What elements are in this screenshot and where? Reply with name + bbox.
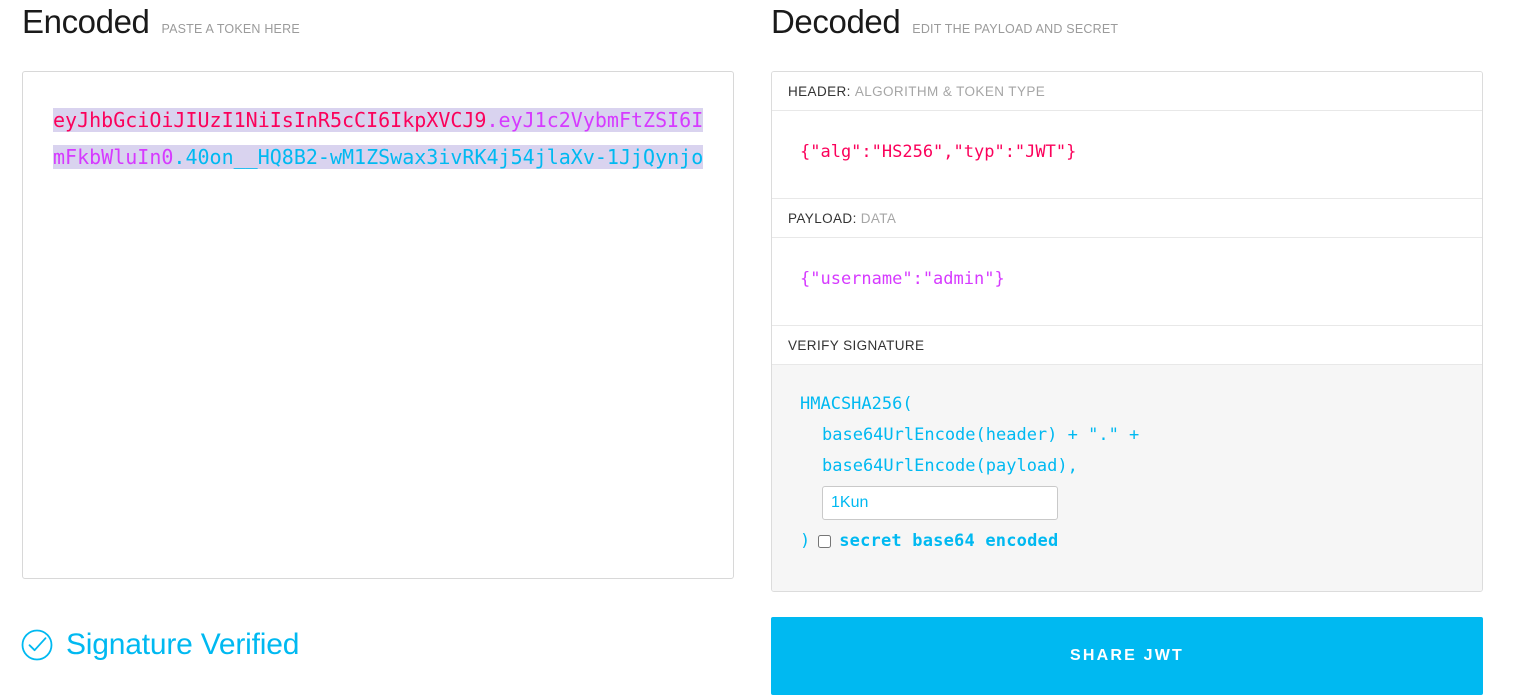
decoded-title: Decoded: [771, 3, 901, 40]
decoded-column: Decoded EDIT THE PAYLOAD AND SECRET: [771, 0, 1483, 48]
encoded-title: Encoded: [22, 3, 150, 40]
decoded-subtitle: EDIT THE PAYLOAD AND SECRET: [912, 22, 1119, 36]
header-label-text: HEADER:: [788, 84, 851, 99]
verify-section-label: VERIFY SIGNATURE: [772, 326, 1482, 365]
payload-json-area[interactable]: {"username":"admin"}: [772, 238, 1482, 326]
header-json: {"alg":"HS256","typ":"JWT"}: [800, 142, 1077, 162]
decoded-heading: Decoded EDIT THE PAYLOAD AND SECRET: [771, 0, 1483, 48]
token-text[interactable]: eyJhbGciOiJIUzI1NiIsInR5cCI6IkpXVCJ9.eyJ…: [53, 102, 705, 176]
signature-status: Signature Verified: [20, 628, 299, 662]
share-jwt-button[interactable]: SHARE JWT: [771, 617, 1483, 695]
base64-payload-line: base64UrlEncode(payload),: [822, 456, 1078, 476]
signature-status-text: Signature Verified: [66, 628, 300, 661]
header-section-label: HEADER: ALGORITHM & TOKEN TYPE: [772, 72, 1482, 111]
header-label-muted: ALGORITHM & TOKEN TYPE: [854, 84, 1046, 99]
encoded-heading: Encoded PASTE A TOKEN HERE: [22, 0, 734, 48]
closing-paren: ): [800, 531, 811, 551]
base64-header-line: base64UrlEncode(header) + "." +: [822, 425, 1140, 445]
token-separator-1: .: [486, 108, 499, 132]
token-signature-segment: 40on__HQ8B2-wM1ZSwax3ivRK4j54jlaXv-1JjQy…: [185, 145, 704, 169]
decoded-panel: HEADER: ALGORITHM & TOKEN TYPE {"alg":"HS…: [771, 71, 1483, 592]
check-circle-icon: [21, 629, 53, 661]
verify-signature-area: HMACSHA256( base64UrlEncode(header) + ".…: [772, 365, 1482, 591]
hmac-line: HMACSHA256(: [800, 394, 913, 414]
secret-base64-label: secret base64 encoded: [839, 531, 1059, 551]
payload-json: {"username":"admin"}: [800, 269, 1005, 289]
payload-label-text: PAYLOAD:: [788, 211, 857, 226]
secret-row: [800, 486, 1466, 520]
token-header-segment: eyJhbGciOiJIUzI1NiIsInR5cCI6IkpXVCJ9: [53, 108, 487, 132]
payload-section-label: PAYLOAD: DATA: [772, 199, 1482, 238]
secret-base64-checkbox[interactable]: [818, 535, 832, 548]
base64-option-row: ) secret base64 encoded: [800, 526, 1466, 557]
token-separator-2: .: [173, 145, 186, 169]
encoded-token-input[interactable]: eyJhbGciOiJIUzI1NiIsInR5cCI6IkpXVCJ9.eyJ…: [22, 71, 734, 579]
payload-label-muted: DATA: [860, 211, 897, 226]
encoded-subtitle: PASTE A TOKEN HERE: [161, 22, 300, 36]
encoded-column: Encoded PASTE A TOKEN HERE: [22, 0, 734, 48]
header-json-area[interactable]: {"alg":"HS256","typ":"JWT"}: [772, 111, 1482, 199]
jwt-debugger-page: Encoded PASTE A TOKEN HERE eyJhbGciOiJIU…: [0, 0, 1524, 700]
secret-input[interactable]: [822, 486, 1058, 520]
